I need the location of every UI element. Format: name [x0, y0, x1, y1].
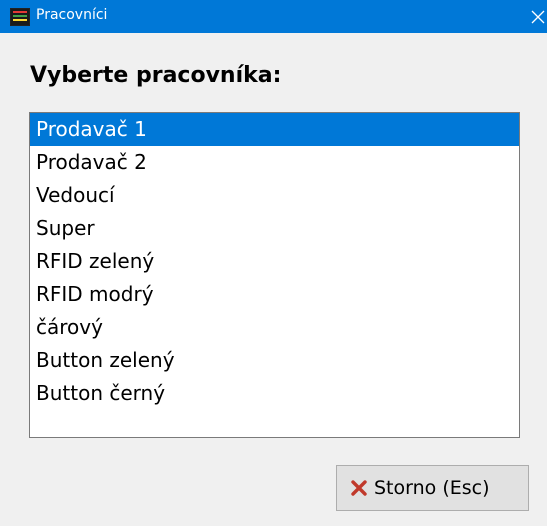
list-item[interactable]: Super: [30, 212, 519, 245]
close-button[interactable]: [529, 0, 547, 33]
list-item[interactable]: Button zelený: [30, 344, 519, 377]
cancel-button[interactable]: Storno (Esc): [336, 465, 529, 511]
list-item[interactable]: Prodavač 2: [30, 146, 519, 179]
prompt-label: Vyberte pracovníka:: [30, 63, 282, 88]
list-item[interactable]: RFID modrý: [30, 278, 519, 311]
list-item[interactable]: Vedoucí: [30, 179, 519, 212]
cancel-button-label: Storno (Esc): [374, 477, 490, 499]
list-item[interactable]: RFID zelený: [30, 245, 519, 278]
list-item[interactable]: čárový: [30, 311, 519, 344]
app-icon: [10, 8, 30, 26]
worker-listbox[interactable]: Prodavač 1 Prodavač 2 Vedoucí Super RFID…: [29, 112, 520, 438]
title-bar: Pracovníci: [0, 0, 547, 33]
close-icon: [531, 10, 545, 24]
x-icon: [351, 480, 367, 496]
window-title: Pracovníci: [36, 7, 108, 23]
list-item[interactable]: Prodavač 1: [30, 113, 519, 146]
list-item[interactable]: Button černý: [30, 377, 519, 410]
